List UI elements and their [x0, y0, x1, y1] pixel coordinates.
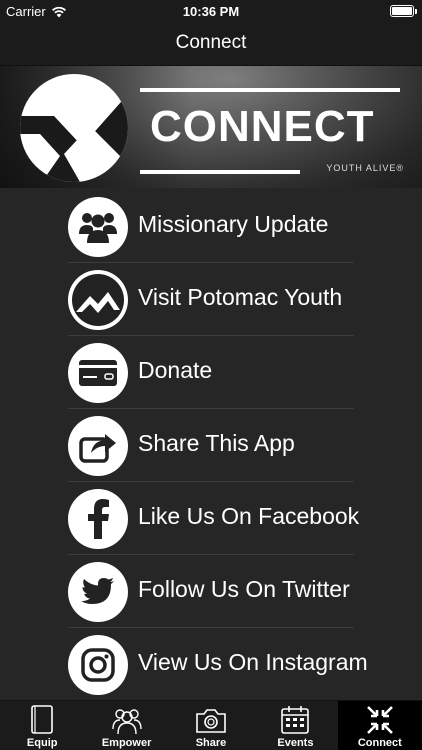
page-title: Connect	[175, 32, 247, 53]
tab-events[interactable]: Events	[253, 701, 337, 750]
menu-item-instagram[interactable]: View Us On Instagram	[68, 628, 368, 700]
tab-bar: Equip Empower Share Events Connect	[0, 700, 422, 750]
banner-line-bottom	[140, 170, 300, 174]
tab-connect[interactable]: Connect	[337, 701, 422, 750]
menu-item-twitter[interactable]: Follow Us On Twitter	[68, 555, 354, 628]
banner-subtitle: YOUTH ALIVE®	[326, 163, 404, 173]
arrows-inward-icon	[366, 706, 393, 734]
menu-item-donate[interactable]: Donate	[68, 336, 354, 409]
tab-empower[interactable]: Empower	[84, 701, 168, 750]
facebook-icon	[68, 489, 128, 549]
tab-label: Events	[277, 737, 314, 749]
camera-icon	[196, 709, 226, 733]
menu-item-share-this-app[interactable]: Share This App	[68, 409, 354, 482]
book-icon	[31, 705, 54, 734]
tab-label: Empower	[101, 737, 152, 749]
battery-icon	[390, 5, 417, 17]
share-icon	[68, 416, 128, 476]
instagram-icon	[68, 635, 128, 695]
menu-item-visit-potomac-youth[interactable]: Visit Potomac Youth	[68, 263, 354, 336]
menu-item-label: Share This App	[138, 430, 295, 456]
status-bar: Carrier 10:36 PM	[0, 0, 422, 22]
tab-label: Connect	[357, 737, 402, 749]
status-time: 10:36 PM	[182, 4, 240, 19]
people-icon	[68, 197, 128, 257]
group-icon	[111, 709, 142, 735]
tab-equip[interactable]: Equip	[0, 701, 84, 750]
menu-item-label: Like Us On Facebook	[138, 503, 360, 529]
tab-label: Share	[195, 737, 227, 749]
calendar-icon	[281, 706, 310, 734]
twitter-icon	[68, 562, 128, 622]
banner-line-top	[140, 88, 400, 92]
banner-title: CONNECT	[150, 102, 375, 151]
menu-item-missionary-update[interactable]: Missionary Update	[68, 190, 354, 263]
menu-item-label: Missionary Update	[138, 211, 329, 237]
menu-item-label: View Us On Instagram	[138, 649, 368, 675]
tab-share[interactable]: Share	[169, 701, 253, 750]
menu-item-label: Donate	[138, 357, 213, 383]
menu-item-label: Follow Us On Twitter	[138, 576, 350, 602]
connect-menu: Missionary Update Visit Potomac Youth Do…	[0, 190, 422, 700]
youth-alive-logo-icon	[20, 74, 128, 182]
menu-item-facebook[interactable]: Like Us On Facebook	[68, 482, 359, 555]
menu-item-label: Visit Potomac Youth	[138, 284, 343, 310]
tab-label: Equip	[26, 737, 58, 749]
mountain-logo-icon	[68, 270, 128, 330]
navigation-bar: Connect	[0, 22, 422, 66]
credit-card-icon	[68, 343, 128, 403]
connect-banner: CONNECT YOUTH ALIVE®	[0, 66, 422, 188]
